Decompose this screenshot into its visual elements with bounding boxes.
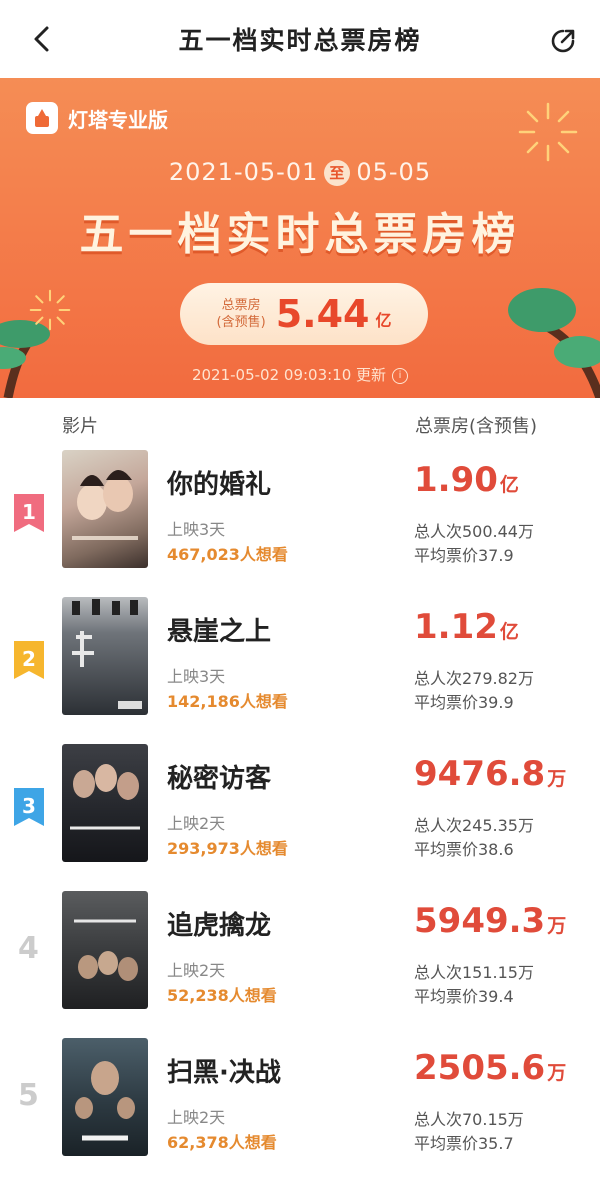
brand-logo-icon <box>26 102 58 134</box>
film-avg-price: 平均票价38.6 <box>414 840 514 859</box>
film-gross: 1.12 亿 <box>414 607 519 647</box>
brand: 灯塔专业版 <box>26 102 168 134</box>
film-gross: 1.90 亿 <box>414 460 519 500</box>
film-title[interactable]: 扫黑·决战 <box>167 1052 281 1089</box>
back-arrow-icon[interactable] <box>30 25 56 53</box>
total-box-office-pill: 总票房 (含预售) 5.44 亿 <box>180 283 428 345</box>
rank-number: 4 <box>18 931 39 966</box>
film-days: 上映2天 <box>167 1108 226 1127</box>
total-label: 总票房 (含预售) <box>216 298 266 330</box>
updated-time: 2021-05-02 09:03:10 更新 i <box>0 364 600 385</box>
film-row[interactable]: 4 追虎擒龙 上映2天 52,238人想看 5949.3 万 总人次151.15万… <box>0 887 600 1034</box>
film-row[interactable]: 3 秘密访客 上映2天 293,973人想看 9476.8 万 总人次245.35… <box>0 740 600 887</box>
film-want-count: 62,378人想看 <box>167 1133 277 1152</box>
film-viewers: 总人次500.44万 <box>414 522 534 541</box>
poster-image[interactable] <box>62 597 148 715</box>
column-header: 影片 总票房(含预售) <box>0 398 600 446</box>
film-days: 上映2天 <box>167 961 226 980</box>
film-title[interactable]: 你的婚礼 <box>167 464 271 501</box>
total-unit: 亿 <box>375 311 392 330</box>
film-gross: 9476.8 万 <box>414 754 567 794</box>
film-want-count: 52,238人想看 <box>167 986 277 1005</box>
film-title[interactable]: 悬崖之上 <box>167 611 271 648</box>
rank-number: 5 <box>18 1078 39 1113</box>
banner-title: 五一档实时总票房榜 <box>79 209 521 260</box>
column-box-office: 总票房(含预售) <box>415 416 538 437</box>
column-film: 影片 <box>62 416 98 437</box>
film-avg-price: 平均票价35.7 <box>414 1134 514 1153</box>
film-viewers: 总人次151.15万 <box>414 963 534 982</box>
top-bar: 五一档实时总票房榜 <box>0 0 600 78</box>
film-viewers: 总人次245.35万 <box>414 816 534 835</box>
film-row[interactable]: 2 悬崖之上 上映3天 142,186人想看 1.12 亿 总人次279.82万 … <box>0 593 600 740</box>
total-value: 5.44 <box>275 292 370 336</box>
film-days: 上映2天 <box>167 814 226 833</box>
poster-image[interactable] <box>62 450 148 568</box>
film-want-count: 293,973人想看 <box>167 839 288 858</box>
film-row[interactable]: 5 扫黑·决战 上映2天 62,378人想看 2505.6 万 总人次70.15万… <box>0 1034 600 1181</box>
film-avg-price: 平均票价37.9 <box>414 546 514 565</box>
film-gross: 5949.3 万 <box>414 901 567 941</box>
film-list: 1 你的婚礼 上映3天 467,023人想看 1.90 亿 总人次500.44万 … <box>0 446 600 1181</box>
info-icon[interactable]: i <box>392 367 409 384</box>
page-title: 五一档实时总票房榜 <box>178 26 422 55</box>
film-avg-price: 平均票价39.4 <box>414 987 514 1006</box>
film-title[interactable]: 追虎擒龙 <box>167 905 271 942</box>
summary-banner: 灯塔专业版 2021-05-01 至 05-05 五一档实时总票房榜 总票房 (含预… <box>0 78 600 398</box>
poster-image[interactable] <box>62 891 148 1009</box>
brand-name: 灯塔专业版 <box>68 107 168 132</box>
film-viewers: 总人次70.15万 <box>414 1110 524 1129</box>
film-row[interactable]: 1 你的婚礼 上映3天 467,023人想看 1.90 亿 总人次500.44万 … <box>0 446 600 593</box>
film-gross: 2505.6 万 <box>414 1048 567 1088</box>
poster-image[interactable] <box>62 744 148 862</box>
date-range: 2021-05-01 至 05-05 <box>168 158 432 186</box>
film-avg-price: 平均票价39.9 <box>414 693 514 712</box>
film-want-count: 467,023人想看 <box>167 545 288 564</box>
poster-image[interactable] <box>62 1038 148 1156</box>
firework-right-icon <box>518 102 578 162</box>
film-want-count: 142,186人想看 <box>167 692 288 711</box>
film-viewers: 总人次279.82万 <box>414 669 534 688</box>
firework-left-icon <box>29 289 71 331</box>
film-days: 上映3天 <box>167 667 226 686</box>
share-icon[interactable] <box>548 26 578 56</box>
film-days: 上映3天 <box>167 520 226 539</box>
film-title[interactable]: 秘密访客 <box>167 758 271 795</box>
